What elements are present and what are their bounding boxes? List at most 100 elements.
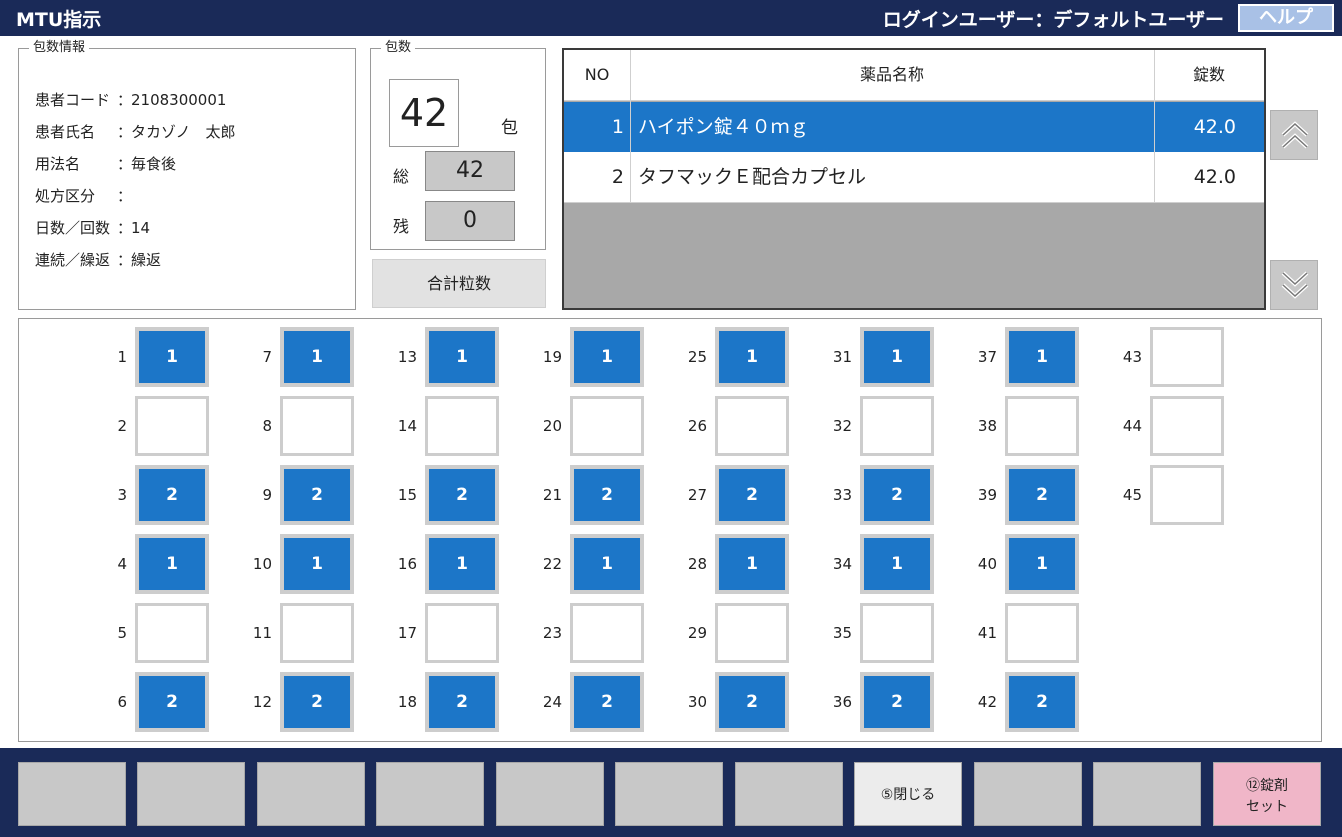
scroll-down-button[interactable]	[1270, 260, 1318, 310]
packet-cell[interactable]	[280, 603, 354, 663]
packet-cell[interactable]	[715, 396, 789, 456]
column-divider	[1154, 50, 1155, 202]
total-pills-button[interactable]: 合計粒数	[372, 259, 546, 308]
repeat-value: 繰返	[131, 251, 162, 269]
column-header-tablet-count: 錠数	[1192, 65, 1225, 84]
packet-number: 15	[397, 486, 417, 504]
prescription-type-row: 処方区分：	[35, 187, 133, 205]
function-button-9[interactable]	[974, 762, 1082, 826]
drug-row-2[interactable]: 2 タフマックＥ配合カプセル 42.0	[564, 152, 1264, 203]
packet-cell[interactable]	[425, 603, 499, 663]
packet-number: 11	[252, 624, 272, 642]
packet-cell[interactable]: 1	[280, 534, 354, 594]
packet-cell[interactable]: 1	[860, 534, 934, 594]
packet-number: 33	[832, 486, 852, 504]
drug-row-name: タフマックＥ配合カプセル	[638, 166, 867, 188]
packet-number: 30	[687, 693, 707, 711]
packet-number: 32	[832, 417, 852, 435]
title-bar: MTU指示 ログインユーザー：デフォルトユーザー ヘルプ	[0, 0, 1342, 36]
close-button-label: ⑤閉じる	[880, 787, 936, 803]
close-button[interactable]: ⑤閉じる	[854, 762, 962, 826]
usage-label: 用法名	[35, 155, 81, 173]
patient-name-value: タカゾノ 太郎	[131, 123, 236, 141]
packet-cell[interactable]: 1	[280, 327, 354, 387]
packet-cell[interactable]: 2	[1005, 672, 1079, 732]
packet-number: 13	[397, 348, 417, 366]
packet-number: 27	[687, 486, 707, 504]
days-count-row: 日数／回数 ：14	[35, 219, 151, 237]
packet-cell[interactable]	[570, 396, 644, 456]
patient-name-row: 患者氏名 ：タカゾノ 太郎	[35, 123, 236, 141]
function-button-7[interactable]	[735, 762, 843, 826]
packet-cell[interactable]: 1	[135, 534, 209, 594]
package-unit: 包	[501, 118, 518, 138]
total-value: 42	[425, 151, 515, 191]
function-button-1[interactable]	[18, 762, 126, 826]
packet-cell[interactable]: 2	[280, 465, 354, 525]
packet-cell[interactable]: 2	[425, 672, 499, 732]
packet-number: 12	[252, 693, 272, 711]
packet-cell[interactable]: 1	[570, 534, 644, 594]
packet-number: 25	[687, 348, 707, 366]
packet-number: 44	[1122, 417, 1142, 435]
packet-cell[interactable]	[1150, 327, 1224, 387]
tablet-set-button[interactable]: ⑫錠剤 セット	[1213, 762, 1321, 826]
packet-number: 21	[542, 486, 562, 504]
packet-number: 24	[542, 693, 562, 711]
packet-cell[interactable]: 1	[135, 327, 209, 387]
packet-cell[interactable]	[860, 603, 934, 663]
packet-cell[interactable]: 2	[715, 465, 789, 525]
packet-cell[interactable]: 1	[860, 327, 934, 387]
packet-cell[interactable]: 1	[1005, 327, 1079, 387]
packet-number: 40	[977, 555, 997, 573]
tablet-set-label-line1: ⑫錠剤	[1246, 778, 1288, 794]
packet-number: 3	[117, 486, 127, 504]
packet-cell[interactable]: 1	[715, 534, 789, 594]
packet-cell[interactable]	[135, 603, 209, 663]
packet-cell[interactable]	[1150, 396, 1224, 456]
packet-cell[interactable]: 1	[715, 327, 789, 387]
function-button-10[interactable]	[1093, 762, 1201, 826]
packet-cell[interactable]	[135, 396, 209, 456]
packet-cell[interactable]	[280, 396, 354, 456]
packet-cell[interactable]: 1	[570, 327, 644, 387]
packet-cell[interactable]: 2	[860, 465, 934, 525]
packet-cell[interactable]: 2	[135, 672, 209, 732]
drug-row-1[interactable]: 1 ハイポン錠４０ｍｇ 42.0	[564, 102, 1264, 152]
packet-cell[interactable]: 1	[1005, 534, 1079, 594]
packet-cell[interactable]: 2	[715, 672, 789, 732]
function-button-3[interactable]	[257, 762, 365, 826]
packet-cell[interactable]: 2	[425, 465, 499, 525]
packet-cell[interactable]: 2	[1005, 465, 1079, 525]
packet-cell[interactable]	[860, 396, 934, 456]
package-info-group: 包数情報 患者コード ：2108300001 患者氏名 ：タカゾノ 太郎 用法名 ：毎…	[18, 40, 356, 310]
function-button-5[interactable]	[496, 762, 604, 826]
packet-number: 2	[117, 417, 127, 435]
repeat-label: 連続／繰返	[35, 251, 111, 269]
drug-row-name: ハイポン錠４０ｍｇ	[638, 116, 809, 138]
packet-cell[interactable]	[715, 603, 789, 663]
packet-number: 42	[977, 693, 997, 711]
packet-cell[interactable]: 2	[570, 672, 644, 732]
packet-cell[interactable]	[425, 396, 499, 456]
help-button[interactable]: ヘルプ	[1238, 4, 1334, 32]
packet-cell[interactable]	[570, 603, 644, 663]
package-count-value: 42	[389, 79, 459, 147]
drug-row-count: 42.0	[1193, 116, 1236, 138]
packet-cell[interactable]: 1	[425, 327, 499, 387]
scroll-up-button[interactable]	[1270, 110, 1318, 160]
packet-number: 14	[397, 417, 417, 435]
packet-cell[interactable]: 2	[135, 465, 209, 525]
patient-code-value: 2108300001	[131, 91, 227, 109]
function-button-6[interactable]	[615, 762, 723, 826]
packet-cell[interactable]: 2	[570, 465, 644, 525]
packet-cell[interactable]	[1005, 603, 1079, 663]
packet-cell[interactable]: 2	[860, 672, 934, 732]
function-button-2[interactable]	[137, 762, 245, 826]
patient-code-row: 患者コード ：2108300001	[35, 91, 227, 109]
packet-cell[interactable]	[1005, 396, 1079, 456]
packet-cell[interactable]: 2	[280, 672, 354, 732]
packet-cell[interactable]: 1	[425, 534, 499, 594]
function-button-4[interactable]	[376, 762, 484, 826]
packet-cell[interactable]	[1150, 465, 1224, 525]
